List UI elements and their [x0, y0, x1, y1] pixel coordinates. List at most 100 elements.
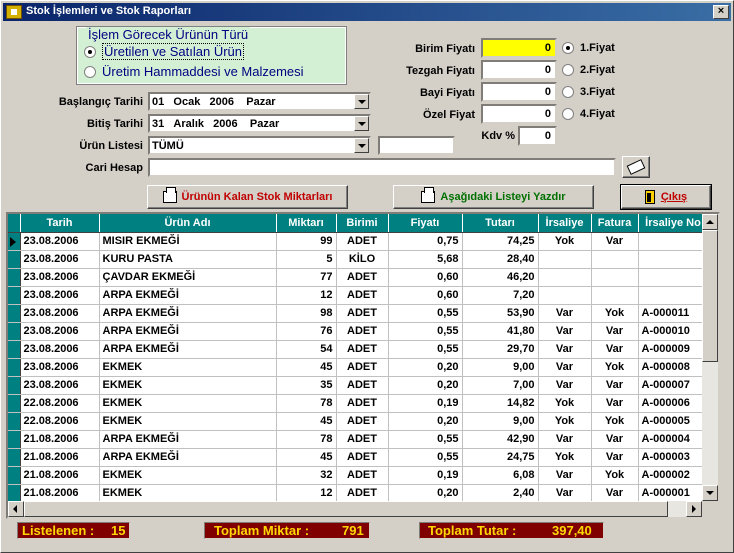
cell-tarih[interactable]: 21.08.2006	[20, 466, 100, 485]
row-indicator[interactable]	[8, 340, 21, 359]
cell-fatura[interactable]: Var	[591, 322, 639, 341]
cell-tutari[interactable]: 24,75	[462, 448, 539, 467]
cell-urun-adi[interactable]: EKMEK	[99, 484, 277, 503]
row-indicator[interactable]	[8, 286, 21, 305]
cell-fiyati[interactable]: 5,68	[388, 250, 463, 269]
radio-hammadde-icon[interactable]	[84, 65, 96, 78]
cell-birimi[interactable]: ADET	[336, 484, 389, 503]
fiyat1-radio[interactable]: 1.Fiyat	[562, 42, 615, 54]
urun-extra-field[interactable]	[378, 136, 455, 155]
cell-urun-adi[interactable]: EKMEK	[99, 376, 277, 395]
cell-tutari[interactable]: 14,82	[462, 394, 539, 413]
cell-urun-adi[interactable]: EKMEK	[99, 358, 277, 377]
cell-birimi[interactable]: ADET	[336, 286, 389, 305]
cell-urun-adi[interactable]: ARPA EKMEĞİ	[99, 448, 277, 467]
row-indicator[interactable]	[8, 304, 21, 323]
cell-tarih[interactable]: 23.08.2006	[20, 250, 100, 269]
cell-irsaliye-no[interactable]	[638, 268, 709, 287]
cell-irsaliye[interactable]	[538, 286, 592, 305]
cell-irsaliye[interactable]: Yok	[538, 412, 592, 431]
cell-fatura[interactable]: Var	[591, 340, 639, 359]
cell-miktari[interactable]: 5	[276, 250, 337, 269]
cell-birimi[interactable]: ADET	[336, 394, 389, 413]
row-indicator[interactable]	[8, 466, 21, 485]
cell-miktari[interactable]: 98	[276, 304, 337, 323]
cell-birimi[interactable]: ADET	[336, 376, 389, 395]
cell-fiyati[interactable]: 0,20	[388, 358, 463, 377]
cell-fatura[interactable]: Var	[591, 232, 639, 251]
row-indicator[interactable]	[8, 430, 21, 449]
cell-miktari[interactable]: 99	[276, 232, 337, 251]
cell-tarih[interactable]: 21.08.2006	[20, 448, 100, 467]
cell-irsaliye-no[interactable]: A-000003	[638, 448, 709, 467]
cell-fatura[interactable]	[591, 286, 639, 305]
col-header-tarih[interactable]: Tarih	[20, 214, 100, 233]
cell-miktari[interactable]: 45	[276, 448, 337, 467]
horizontal-scroll-thumb[interactable]	[24, 501, 668, 517]
cell-tutari[interactable]: 9,00	[462, 412, 539, 431]
cell-tutari[interactable]: 7,20	[462, 286, 539, 305]
row-indicator[interactable]	[8, 484, 21, 503]
cell-tarih[interactable]: 23.08.2006	[20, 232, 100, 251]
cell-birimi[interactable]: ADET	[336, 268, 389, 287]
cell-urun-adi[interactable]: EKMEK	[99, 412, 277, 431]
cell-tarih[interactable]: 22.08.2006	[20, 412, 100, 431]
cell-irsaliye[interactable]: Yok	[538, 394, 592, 413]
table-row[interactable]: 23.08.2006 MISIR EKMEĞİ 99 ADET 0,75 74,25 Yok…	[8, 232, 709, 251]
cell-fatura[interactable]: Var	[591, 376, 639, 395]
col-header-birimi[interactable]: Birimi	[336, 214, 389, 233]
cell-fiyati[interactable]: 0,20	[388, 484, 463, 503]
cell-irsaliye[interactable]: Yok	[538, 232, 592, 251]
baslangic-date-combo[interactable]: 01 Ocak 2006 Pazar	[148, 92, 371, 111]
table-row[interactable]: 22.08.2006 EKMEK 45 ADET 0,20 9,00 Yok Yok A-000…	[8, 412, 709, 431]
cell-tutari[interactable]: 7,00	[462, 376, 539, 395]
cell-irsaliye[interactable]	[538, 250, 592, 269]
cell-birimi[interactable]: ADET	[336, 430, 389, 449]
cell-urun-adi[interactable]: KURU PASTA	[99, 250, 277, 269]
tezgah-fiyati-input[interactable]: 0	[481, 60, 557, 80]
cell-tarih[interactable]: 22.08.2006	[20, 394, 100, 413]
cell-fiyati[interactable]: 0,55	[388, 304, 463, 323]
cell-irsaliye-no[interactable]: A-000011	[638, 304, 709, 323]
cell-miktari[interactable]: 12	[276, 484, 337, 503]
cell-miktari[interactable]: 77	[276, 268, 337, 287]
cell-urun-adi[interactable]: ARPA EKMEĞİ	[99, 340, 277, 359]
cell-irsaliye-no[interactable]: A-000007	[638, 376, 709, 395]
current-row-indicator-icon[interactable]	[8, 232, 21, 251]
col-header-fatura[interactable]: Fatura	[591, 214, 639, 233]
cell-miktari[interactable]: 78	[276, 394, 337, 413]
cell-tutari[interactable]: 9,00	[462, 358, 539, 377]
cell-fiyati[interactable]: 0,19	[388, 394, 463, 413]
cell-fatura[interactable]	[591, 250, 639, 269]
cell-irsaliye[interactable]: Var	[538, 466, 592, 485]
birim-fiyati-input[interactable]: 0	[481, 38, 557, 58]
cell-fatura[interactable]: Yok	[591, 412, 639, 431]
cell-birimi[interactable]: ADET	[336, 322, 389, 341]
cell-fiyati[interactable]: 0,75	[388, 232, 463, 251]
bitis-date-combo[interactable]: 31 Aralık 2006 Pazar	[148, 114, 371, 133]
cell-urun-adi[interactable]: EKMEK	[99, 466, 277, 485]
cell-fiyati[interactable]: 0,60	[388, 268, 463, 287]
cell-irsaliye[interactable]: Var	[538, 484, 592, 503]
cell-irsaliye[interactable]	[538, 268, 592, 287]
cell-tutari[interactable]: 2,40	[462, 484, 539, 503]
cikis-button[interactable]: Çıkış	[620, 184, 712, 210]
scroll-down-icon[interactable]	[702, 485, 718, 501]
cell-tutari[interactable]: 74,25	[462, 232, 539, 251]
cell-irsaliye[interactable]: Var	[538, 322, 592, 341]
cell-tarih[interactable]: 23.08.2006	[20, 358, 100, 377]
cell-tarih[interactable]: 23.08.2006	[20, 268, 100, 287]
row-indicator[interactable]	[8, 448, 21, 467]
cell-tutari[interactable]: 28,40	[462, 250, 539, 269]
cell-birimi[interactable]: ADET	[336, 358, 389, 377]
cell-irsaliye[interactable]: Yok	[538, 448, 592, 467]
cell-birimi[interactable]: ADET	[336, 412, 389, 431]
cell-miktari[interactable]: 32	[276, 466, 337, 485]
table-row[interactable]: 23.08.2006 KURU PASTA 5 KİLO 5,68 28,40	[8, 250, 709, 269]
cell-irsaliye-no[interactable]: A-000008	[638, 358, 709, 377]
cell-tutari[interactable]: 46,20	[462, 268, 539, 287]
cell-tutari[interactable]: 41,80	[462, 322, 539, 341]
table-row[interactable]: 23.08.2006 ARPA EKMEĞİ 76 ADET 0,55 41,80 Var V…	[8, 322, 709, 341]
cell-urun-adi[interactable]: EKMEK	[99, 394, 277, 413]
kalan-stok-button[interactable]: Ürünün Kalan Stok Miktarları	[147, 185, 348, 209]
